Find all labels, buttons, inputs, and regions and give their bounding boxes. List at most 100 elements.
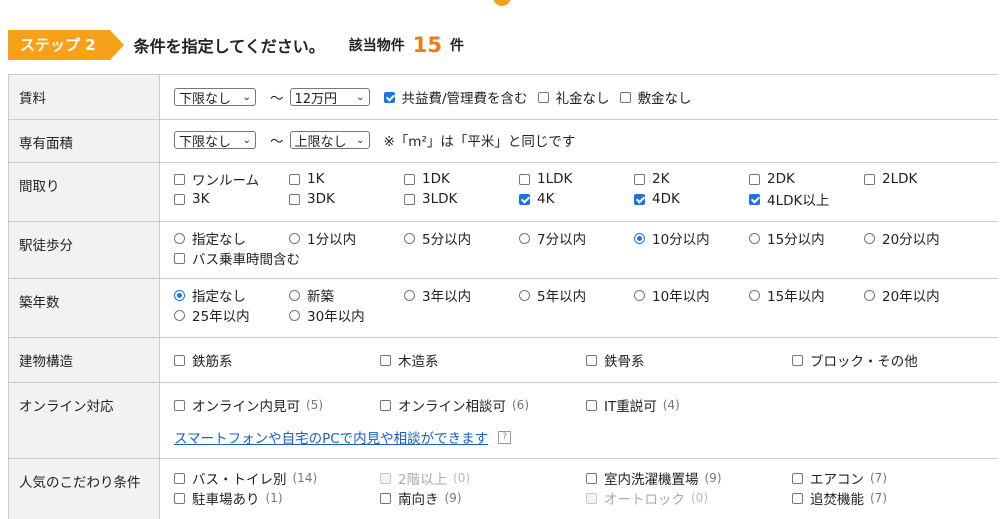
walk-option[interactable]: 15分以内	[749, 228, 864, 248]
checkbox[interactable]	[634, 174, 645, 185]
age-option[interactable]: 30年以内	[289, 305, 404, 325]
popular-option[interactable]: 駐車場あり(1)	[174, 488, 380, 508]
area-min-select[interactable]: 下限なし⌄	[174, 131, 256, 149]
checkbox[interactable]	[792, 355, 803, 366]
checkbox[interactable]	[380, 355, 391, 366]
popular-option[interactable]: バス・トイレ別(14)	[174, 468, 380, 488]
layout-option[interactable]: 4K	[519, 189, 634, 209]
layout-option[interactable]: 3DK	[289, 189, 404, 209]
age-option[interactable]: 10年以内	[634, 285, 749, 305]
online-option[interactable]: オンライン相談可(6)	[380, 395, 586, 415]
rent-option[interactable]: 礼金なし	[538, 87, 610, 107]
checkbox[interactable]	[749, 194, 760, 205]
online-info-link[interactable]: スマートフォンや自宅のPCで内見や相談ができます	[174, 427, 488, 447]
radio-button[interactable]	[289, 290, 300, 301]
checkbox[interactable]	[519, 174, 530, 185]
layout-option[interactable]: 1LDK	[519, 169, 634, 189]
radio-button[interactable]	[864, 233, 875, 244]
bus-time-option[interactable]: バス乗車時間含む	[174, 248, 519, 268]
checkbox[interactable]	[384, 92, 395, 103]
layout-option[interactable]: 2DK	[749, 169, 864, 189]
radio-button[interactable]	[174, 310, 185, 321]
radio-button[interactable]	[289, 233, 300, 244]
age-option[interactable]: 3年以内	[404, 285, 519, 305]
checkbox[interactable]	[586, 355, 597, 366]
online-option[interactable]: オンライン内見可(5)	[174, 395, 380, 415]
layout-option[interactable]: 4DK	[634, 189, 749, 209]
checkbox[interactable]	[586, 400, 597, 411]
checkbox[interactable]	[174, 174, 185, 185]
walk-option[interactable]: 5分以内	[404, 228, 519, 248]
age-option[interactable]: 15年以内	[749, 285, 864, 305]
structure-option[interactable]: 鉄筋系	[174, 350, 380, 370]
age-option-label: 5年以内	[537, 285, 586, 305]
checkbox[interactable]	[792, 473, 803, 484]
radio-button[interactable]	[634, 290, 645, 301]
age-option[interactable]: 指定なし	[174, 285, 289, 305]
rent-min-select[interactable]: 下限なし⌄	[174, 88, 256, 106]
radio-button[interactable]	[404, 290, 415, 301]
layout-option-label: 4K	[537, 191, 554, 207]
radio-button[interactable]	[864, 290, 875, 301]
rent-max-select[interactable]: 12万円⌄	[290, 88, 370, 106]
radio-button[interactable]	[519, 233, 530, 244]
radio-button[interactable]	[404, 233, 415, 244]
checkbox[interactable]	[634, 194, 645, 205]
checkbox[interactable]	[289, 174, 300, 185]
row-rent: 賃料 下限なし⌄ ～ 12万円⌄ 共益費/管理費を含む 礼金なし 敷金なし	[9, 75, 999, 120]
checkbox[interactable]	[404, 194, 415, 205]
layout-option[interactable]: 3LDK	[404, 189, 519, 209]
checkbox[interactable]	[174, 194, 185, 205]
checkbox[interactable]	[174, 253, 185, 264]
rent-option[interactable]: 共益費/管理費を含む	[384, 87, 528, 107]
popular-option[interactable]: 室内洗濯機置場(9)	[586, 468, 792, 488]
rent-option[interactable]: 敷金なし	[620, 87, 692, 107]
checkbox[interactable]	[864, 174, 875, 185]
layout-option[interactable]: 4LDK以上	[749, 189, 864, 209]
popular-option[interactable]: 南向き(9)	[380, 488, 586, 508]
checkbox[interactable]	[380, 400, 391, 411]
layout-option[interactable]: 2K	[634, 169, 749, 189]
walk-option[interactable]: 10分以内	[634, 228, 749, 248]
age-option[interactable]: 20年以内	[864, 285, 979, 305]
checkbox[interactable]	[174, 400, 185, 411]
radio-button[interactable]	[749, 233, 760, 244]
checkbox[interactable]	[620, 92, 631, 103]
checkbox[interactable]	[519, 194, 530, 205]
row-layout: 間取り ワンルーム1K1DK1LDK2K2DK2LDK3K3DK3LDK4K4D…	[9, 163, 999, 222]
radio-button[interactable]	[749, 290, 760, 301]
checkbox[interactable]	[289, 194, 300, 205]
radio-button[interactable]	[519, 290, 530, 301]
step-header: ステップ 2 条件を指定してください。 該当物件 15 件	[8, 30, 464, 60]
age-option[interactable]: 新築	[289, 285, 404, 305]
radio-button[interactable]	[174, 290, 185, 301]
checkbox[interactable]	[749, 174, 760, 185]
checkbox[interactable]	[174, 473, 185, 484]
age-option[interactable]: 25年以内	[174, 305, 289, 325]
checkbox[interactable]	[586, 473, 597, 484]
structure-option[interactable]: 木造系	[380, 350, 586, 370]
online-option[interactable]: IT重説可(4)	[586, 395, 792, 415]
layout-option[interactable]: 1K	[289, 169, 404, 189]
checkbox[interactable]	[404, 174, 415, 185]
layout-option[interactable]: 2LDK	[864, 169, 979, 189]
popular-option[interactable]: エアコン(7)	[792, 468, 998, 488]
area-max-select[interactable]: 上限なし⌄	[290, 131, 370, 149]
walk-option[interactable]: 指定なし	[174, 228, 289, 248]
layout-option[interactable]: 3K	[174, 189, 289, 209]
checkbox[interactable]	[174, 355, 185, 366]
popular-option[interactable]: 追焚機能(7)	[792, 488, 998, 508]
layout-option[interactable]: 1DK	[404, 169, 519, 189]
walk-option[interactable]: 1分以内	[289, 228, 404, 248]
structure-option[interactable]: 鉄骨系	[586, 350, 792, 370]
radio-button[interactable]	[289, 310, 300, 321]
radio-button[interactable]	[634, 233, 645, 244]
help-icon[interactable]: ?	[498, 431, 511, 444]
age-option[interactable]: 5年以内	[519, 285, 634, 305]
walk-option[interactable]: 20分以内	[864, 228, 979, 248]
structure-option[interactable]: ブロック・その他	[792, 350, 998, 370]
radio-button[interactable]	[174, 233, 185, 244]
layout-option[interactable]: ワンルーム	[174, 169, 289, 189]
checkbox[interactable]	[538, 92, 549, 103]
walk-option[interactable]: 7分以内	[519, 228, 634, 248]
